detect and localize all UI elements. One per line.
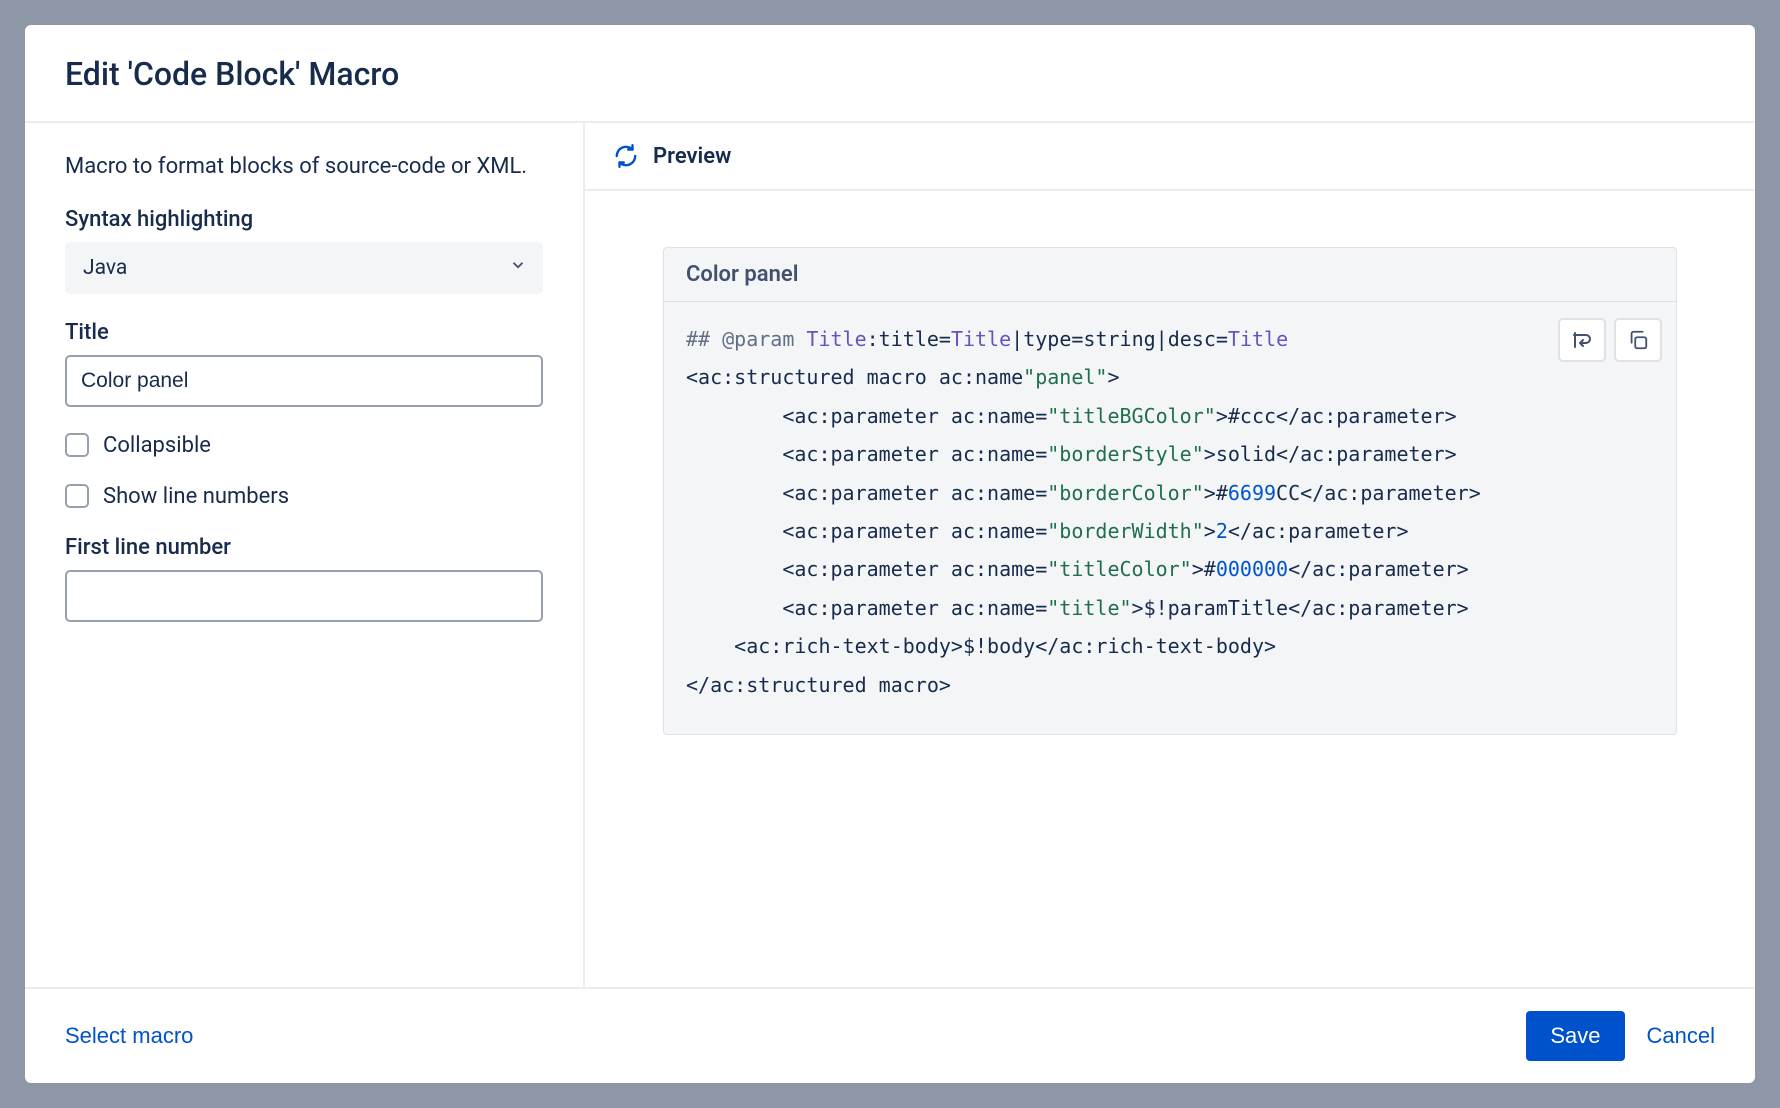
linenumbers-row: Show line numbers	[65, 484, 543, 509]
macro-dialog: Edit 'Code Block' Macro Macro to format …	[25, 25, 1755, 1083]
dialog-header: Edit 'Code Block' Macro	[25, 25, 1755, 123]
title-label: Title	[65, 320, 543, 345]
linenumbers-label: Show line numbers	[103, 484, 289, 509]
linenumbers-checkbox[interactable]	[65, 484, 89, 508]
macro-description: Macro to format blocks of source-code or…	[65, 151, 543, 183]
firstline-input[interactable]	[65, 570, 543, 622]
collapsible-label: Collapsible	[103, 433, 211, 458]
refresh-icon[interactable]	[613, 143, 639, 169]
code-card-title: Color panel	[664, 248, 1676, 302]
preview-header: Preview	[585, 123, 1755, 191]
preview-pane: Preview Color panel	[585, 123, 1755, 987]
collapsible-row: Collapsible	[65, 433, 543, 458]
code-actions	[1558, 318, 1662, 362]
preview-body: Color panel ## @param Title:titl	[585, 191, 1755, 791]
firstline-field: First line number	[65, 535, 543, 622]
firstline-label: First line number	[65, 535, 543, 560]
code-card: Color panel ## @param Title:titl	[663, 247, 1677, 735]
select-macro-link[interactable]: Select macro	[65, 1023, 193, 1049]
code-content: ## @param Title:title=Title|type=string|…	[664, 302, 1676, 734]
title-field: Title	[65, 320, 543, 407]
title-input[interactable]	[65, 355, 543, 407]
syntax-value: Java	[83, 256, 127, 280]
collapsible-checkbox[interactable]	[65, 433, 89, 457]
chevron-down-icon	[509, 256, 527, 280]
syntax-select[interactable]: Java	[65, 242, 543, 294]
cancel-button[interactable]: Cancel	[1647, 1023, 1715, 1049]
copy-button[interactable]	[1614, 318, 1662, 362]
dialog-footer: Select macro Save Cancel	[25, 987, 1755, 1083]
dialog-title: Edit 'Code Block' Macro	[65, 55, 1715, 93]
preview-title: Preview	[653, 144, 731, 169]
dialog-body: Macro to format blocks of source-code or…	[25, 123, 1755, 987]
syntax-label: Syntax highlighting	[65, 207, 543, 232]
syntax-field: Syntax highlighting Java	[65, 207, 543, 294]
wrap-toggle-button[interactable]	[1558, 318, 1606, 362]
save-button[interactable]: Save	[1526, 1011, 1624, 1061]
settings-pane: Macro to format blocks of source-code or…	[25, 123, 585, 987]
